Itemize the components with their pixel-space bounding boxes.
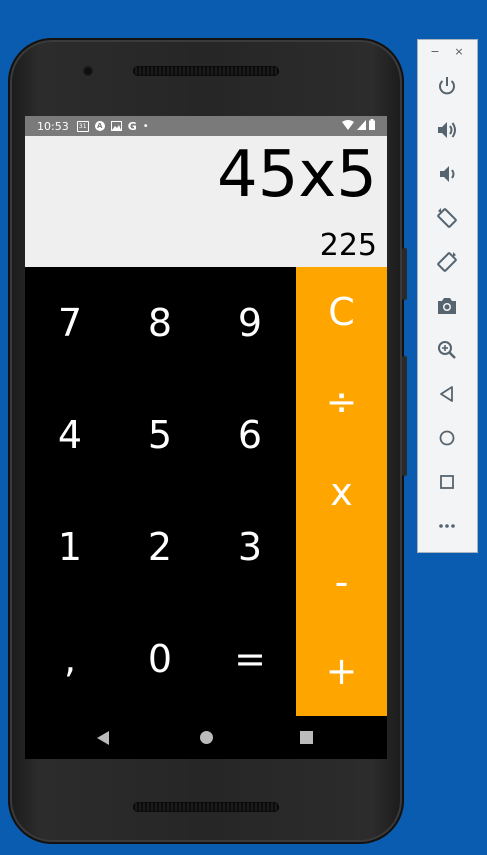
signal-icon [357,119,366,130]
phone-side-button-lower [402,356,407,476]
key-9[interactable]: 9 [205,267,295,379]
nav-home-icon[interactable] [176,716,236,759]
power-icon[interactable] [432,71,462,101]
key-1[interactable]: 1 [25,491,115,603]
minimize-button[interactable]: − [427,44,443,60]
battery-icon [369,119,375,130]
nav-back-icon[interactable] [73,716,133,759]
phone-side-button [402,248,407,300]
bottom-speaker [133,802,279,812]
calculator-display: 45x5 225 [25,136,387,267]
key-4[interactable]: 4 [25,379,115,491]
back-icon[interactable] [432,379,462,409]
android-nav-bar [25,716,387,759]
sim-icon: 31 [76,120,89,132]
top-speaker [133,66,279,76]
wifi-icon [342,119,354,130]
home-icon[interactable] [432,423,462,453]
multiply-button[interactable]: x [296,447,387,537]
volume-up-icon[interactable] [432,115,462,145]
result-text: 225 [319,228,377,263]
google-icon: G [127,119,137,133]
rotate-left-icon[interactable] [432,203,462,233]
key-8[interactable]: 8 [115,267,205,379]
key-6[interactable]: 6 [205,379,295,491]
emulator-toolbar: − × [417,39,478,553]
zoom-icon[interactable] [432,335,462,365]
expression-text: 45x5 [216,138,377,212]
minus-button[interactable]: - [296,537,387,627]
key-0[interactable]: 0 [115,603,205,715]
key-7[interactable]: 7 [25,267,115,379]
key-equals[interactable]: = [205,603,295,715]
overview-icon[interactable] [432,467,462,497]
volume-down-icon[interactable] [432,159,462,189]
phone-screen: 10:53 31 A G • 45x5 225 7 8 9 4 5 6 1 2 … [25,116,387,759]
divide-button[interactable]: ÷ [296,357,387,447]
key-5[interactable]: 5 [115,379,205,491]
screenshot-icon[interactable] [432,291,462,321]
more-icon[interactable] [432,511,462,541]
key-comma[interactable]: , [25,603,115,715]
front-camera [83,66,93,76]
a-icon: A [94,121,105,131]
number-keypad: 7 8 9 4 5 6 1 2 3 , 0 = [25,267,296,716]
status-bar: 10:53 31 A G • [25,116,387,136]
nav-overview-icon[interactable] [276,716,336,759]
rotate-right-icon[interactable] [432,247,462,277]
operator-panel: C ÷ x - + [296,267,387,716]
status-time: 10:53 [37,119,69,133]
key-2[interactable]: 2 [115,491,205,603]
key-3[interactable]: 3 [205,491,295,603]
plus-button[interactable]: + [296,626,387,716]
dot-icon: • [142,120,149,132]
close-button[interactable]: × [451,44,467,60]
image-icon [110,121,122,131]
clear-button[interactable]: C [296,267,387,357]
